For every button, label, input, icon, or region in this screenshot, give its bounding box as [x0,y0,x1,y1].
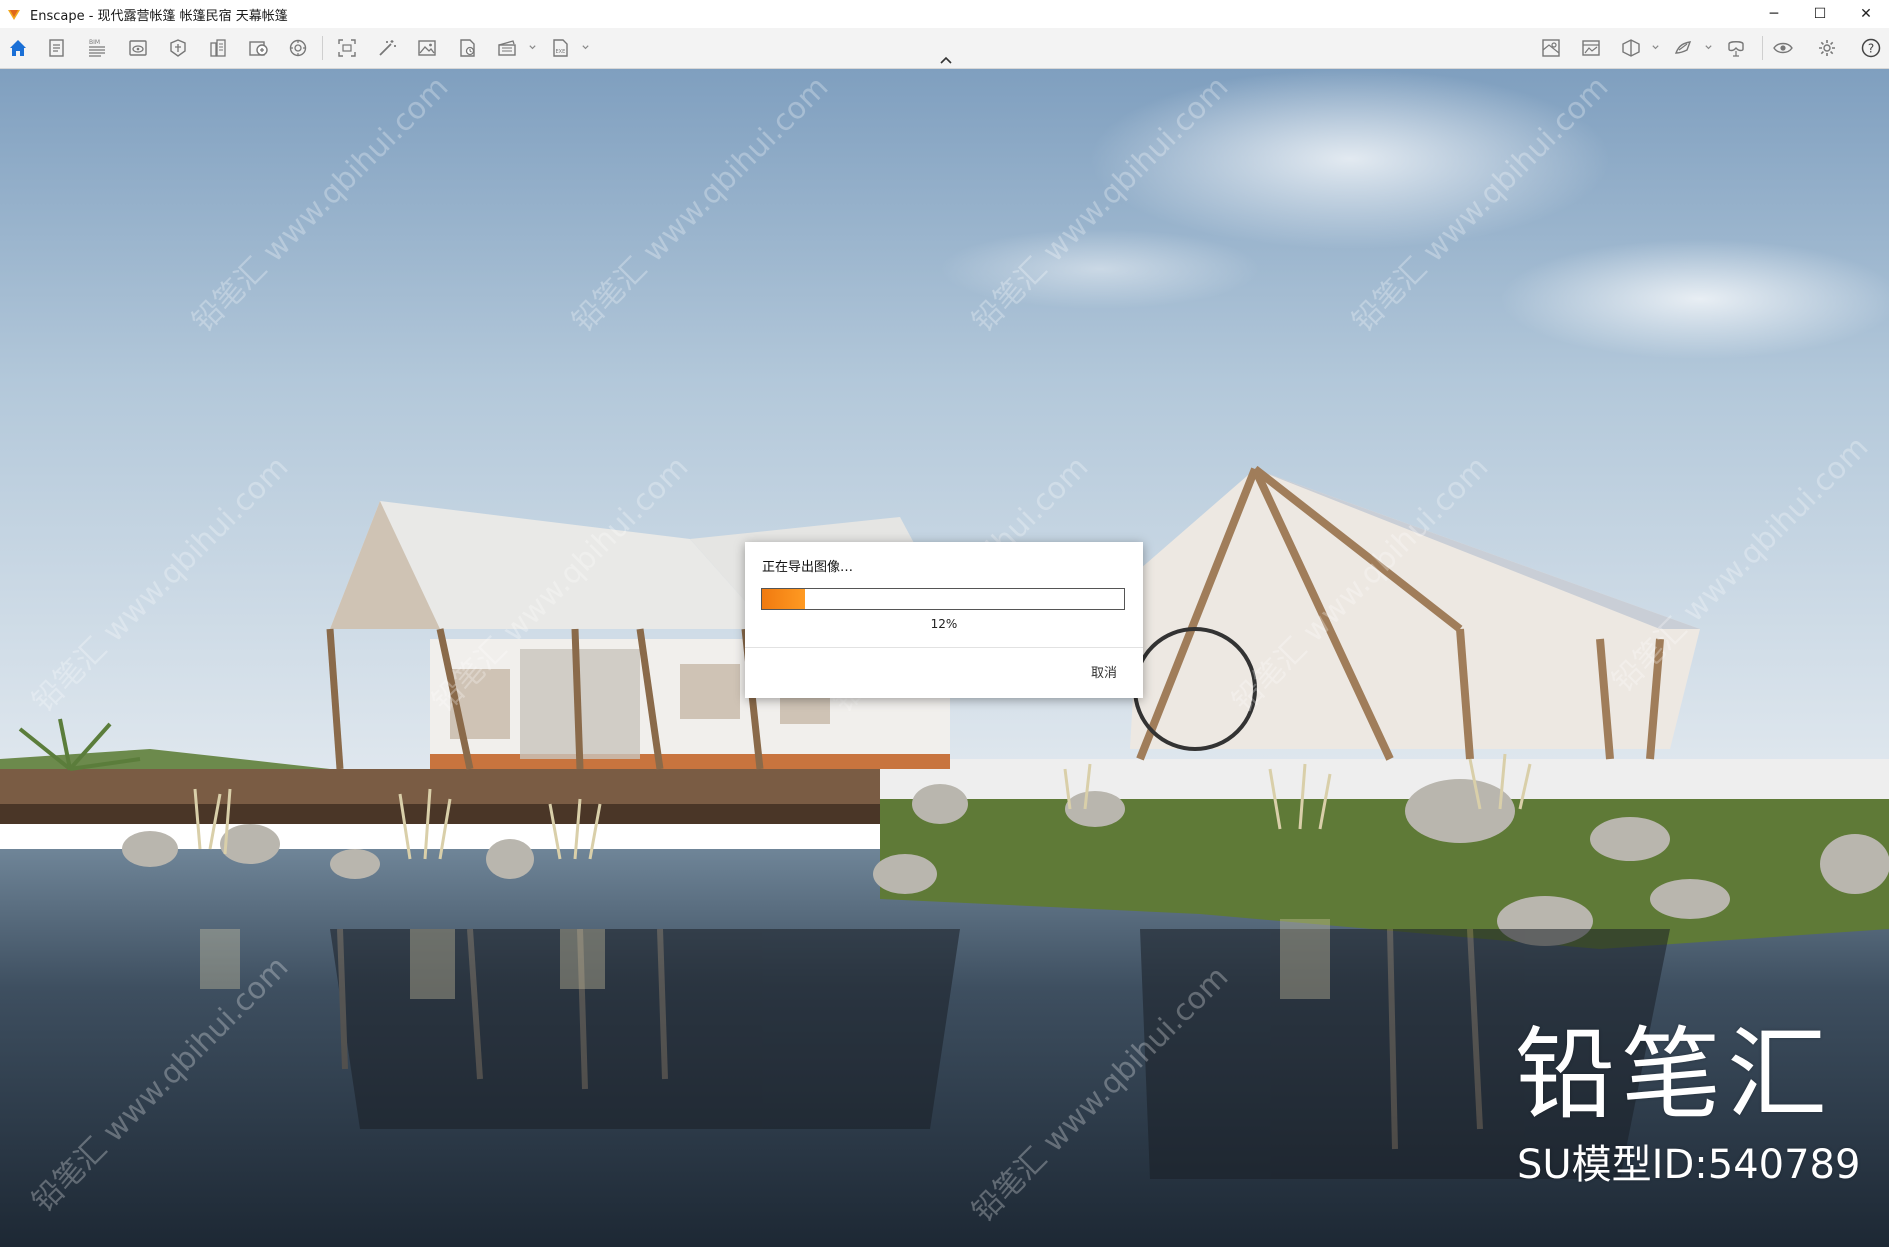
batch-render-icon[interactable] [453,34,481,62]
home-icon[interactable] [4,34,32,62]
enscape-logo-icon [6,6,22,22]
asset-library-icon[interactable] [164,34,192,62]
view-icon[interactable] [124,34,152,62]
cube-icon[interactable] [1617,34,1645,62]
window-controls: ─ ☐ ✕ [1751,0,1889,28]
exe-export-icon[interactable]: EXE [546,34,574,62]
close-button[interactable]: ✕ [1843,0,1889,28]
collapse-toolbar-chevron-up-icon[interactable] [936,52,956,66]
toolbar-separator [322,36,323,60]
cancel-button[interactable]: 取消 [1085,660,1123,683]
document-icon[interactable] [43,34,71,62]
minimize-button[interactable]: ─ [1751,0,1797,28]
bim-list-icon[interactable]: BIM [83,34,111,62]
vr-icon[interactable] [1722,34,1750,62]
maximize-button[interactable]: ☐ [1797,0,1843,28]
bim-label: BIM [89,39,100,46]
magic-wand-icon[interactable] [373,34,401,62]
atmosphere-icon[interactable] [284,34,312,62]
video-export-icon[interactable] [493,34,521,62]
material-icon[interactable] [244,34,272,62]
eye-icon[interactable] [1769,34,1797,62]
settings-map-icon[interactable] [1537,34,1565,62]
atlas-icon[interactable] [204,34,232,62]
chevron-down-icon[interactable] [1703,42,1713,52]
chevron-down-icon[interactable] [527,42,537,52]
screenshot-icon[interactable] [333,34,361,62]
export-progress-bar [761,588,1125,610]
help-icon[interactable]: ? [1857,34,1885,62]
brand-watermark: 铅笔汇 [1515,1016,1833,1133]
model-id-watermark: SU模型ID:540789 [1517,1142,1861,1188]
sketch-icon[interactable] [1669,34,1697,62]
toolbar-separator [1762,36,1763,60]
image-export-icon[interactable] [413,34,441,62]
exe-label: EXE [556,49,566,55]
visual-settings-icon[interactable] [1577,34,1605,62]
window-title: Enscape - 现代露营帐篷 帐篷民宿 天幕帐篷 [30,8,288,24]
dialog-divider [745,647,1143,648]
export-progress-dialog: 正在导出图像… 12% 取消 [745,542,1143,698]
progress-fill [762,589,806,609]
progress-percent: 12% [930,617,958,631]
title-bar: Enscape - 现代露营帐篷 帐篷民宿 天幕帐篷 ─ ☐ ✕ [0,0,1889,28]
dialog-title: 正在导出图像… [762,560,854,575]
help-label: ? [1868,42,1874,56]
chevron-down-icon[interactable] [1650,42,1660,52]
gear-icon[interactable] [1813,34,1841,62]
chevron-down-icon[interactable] [580,42,590,52]
